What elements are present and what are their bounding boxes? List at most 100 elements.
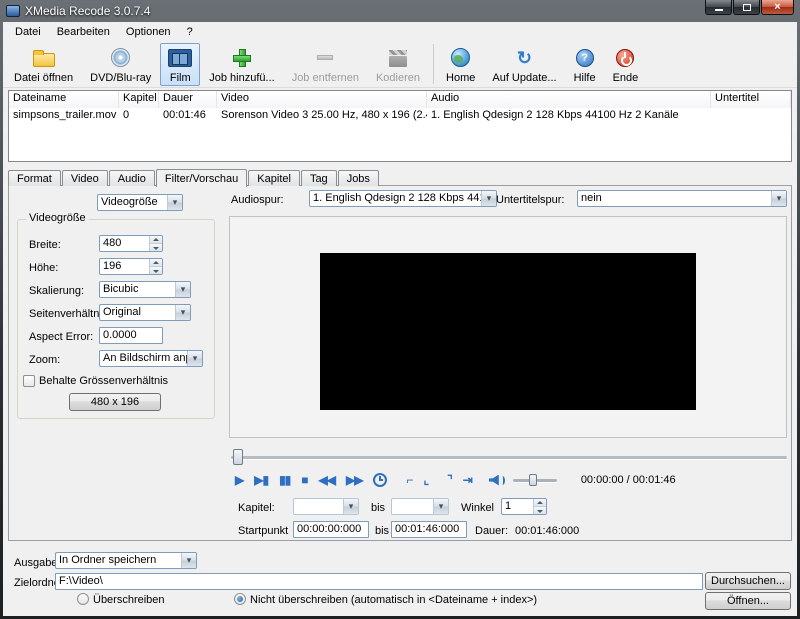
untertitelspur-select[interactable]: nein bbox=[577, 190, 787, 207]
tab-strip: Format Video Audio Filter/Vorschau Kapit… bbox=[8, 168, 380, 187]
close-icon: × bbox=[774, 0, 781, 13]
chevron-down-icon[interactable] bbox=[771, 191, 786, 206]
zoom-select[interactable]: An Bildschirm anpasse bbox=[99, 350, 203, 367]
audiospur-select[interactable]: 1. English Qdesign 2 128 Kbps 44100 bbox=[309, 190, 497, 207]
set-startpoint-button[interactable]: ⌞ bbox=[424, 473, 430, 487]
hoehe-input[interactable]: 196 bbox=[99, 258, 163, 275]
behalte-groessenverhaeltnis-checkbox[interactable] bbox=[23, 375, 35, 387]
skalierung-select[interactable]: Bicubic bbox=[99, 281, 191, 298]
tab-tag[interactable]: Tag bbox=[300, 170, 337, 186]
oeffnen-button[interactable]: Öffnen... bbox=[705, 592, 791, 610]
fast-forward-button[interactable]: ▶▶ bbox=[346, 473, 363, 487]
tab-video[interactable]: Video bbox=[61, 170, 108, 186]
chevron-down-icon[interactable] bbox=[187, 351, 202, 366]
volume-slider[interactable] bbox=[512, 472, 557, 488]
set-endpoint-button[interactable]: ⌝ bbox=[447, 473, 453, 487]
column-header-dauer[interactable]: Dauer bbox=[159, 91, 217, 108]
spinner-buttons bbox=[149, 259, 162, 274]
volume-icon[interactable] bbox=[488, 474, 505, 486]
tab-format[interactable]: Format bbox=[8, 170, 61, 186]
spin-down-icon[interactable] bbox=[534, 507, 546, 514]
tab-jobs[interactable]: Jobs bbox=[337, 170, 379, 186]
toolbar-button-ende[interactable]: Ende bbox=[605, 43, 647, 86]
toolbar-button-home[interactable]: Home bbox=[438, 43, 483, 86]
film-icon bbox=[168, 48, 193, 67]
spin-up-icon[interactable] bbox=[150, 259, 162, 267]
chevron-down-icon[interactable] bbox=[481, 191, 496, 206]
chevron-down-icon[interactable] bbox=[167, 195, 182, 210]
toolbar-label: Kodieren bbox=[375, 71, 421, 84]
kapitel-bis-select bbox=[391, 498, 449, 515]
spin-up-icon[interactable] bbox=[150, 236, 162, 244]
zoom-value: An Bildschirm anpasse bbox=[103, 352, 187, 364]
toolbar-button-job-entfernen: Job entfernen bbox=[284, 43, 367, 86]
pause-button[interactable]: ▮▮ bbox=[279, 473, 291, 487]
maximize-button[interactable] bbox=[733, 0, 760, 15]
durchsuchen-button[interactable]: Durchsuchen... bbox=[705, 572, 791, 590]
chevron-down-icon[interactable] bbox=[175, 305, 190, 320]
seek-slider[interactable] bbox=[231, 449, 787, 466]
step-forward-button[interactable]: ▶▮ bbox=[254, 473, 269, 487]
file-list[interactable]: Dateiname Kapitel Dauer Video Audio Unte… bbox=[8, 90, 792, 162]
column-header-kapitel[interactable]: Kapitel bbox=[119, 91, 159, 108]
toolbar-button-auf-update[interactable]: Auf Update... bbox=[484, 43, 564, 86]
menu-bearbeiten[interactable]: Bearbeiten bbox=[49, 24, 118, 40]
winkel-stepper[interactable]: 1 bbox=[501, 498, 547, 515]
spin-down-icon[interactable] bbox=[150, 244, 162, 251]
spin-down-icon[interactable] bbox=[150, 267, 162, 274]
filter-preset-select[interactable]: Videogröße bbox=[97, 194, 183, 211]
menu-optionen[interactable]: Optionen bbox=[118, 24, 179, 40]
menu-hilfe[interactable]: ? bbox=[179, 24, 201, 40]
endpunkt-input[interactable]: 00:01:46:000 bbox=[391, 521, 467, 538]
tab-kapitel[interactable]: Kapitel bbox=[248, 170, 300, 186]
stop-button[interactable]: ■ bbox=[301, 473, 308, 487]
seitenverhaeltnis-select[interactable]: Original bbox=[99, 304, 191, 321]
close-button[interactable]: × bbox=[761, 0, 794, 15]
timer-button[interactable] bbox=[373, 473, 388, 487]
toolbar-button-job-hinzufuegen[interactable]: Job hinzufü... bbox=[201, 43, 282, 86]
menu-datei[interactable]: Datei bbox=[7, 24, 49, 40]
size-button[interactable]: 480 x 196 bbox=[69, 393, 161, 411]
audiospur-label: Audiospur: bbox=[231, 194, 284, 206]
behalte-groessenverhaeltnis-label: Behalte Grössenverhältnis bbox=[39, 375, 169, 387]
volume-thumb[interactable] bbox=[528, 474, 537, 486]
minimize-button[interactable] bbox=[705, 0, 732, 15]
goto-end-button[interactable]: ⇥ bbox=[463, 473, 473, 487]
maximize-icon bbox=[742, 3, 751, 11]
rewind-button[interactable]: ◀◀ bbox=[319, 473, 336, 487]
titlebar[interactable]: XMedia Recode 3.0.7.4 × bbox=[0, 0, 800, 22]
toolbar-button-datei-oeffnen[interactable]: Datei öffnen bbox=[6, 43, 81, 86]
column-header-dateiname[interactable]: Dateiname bbox=[9, 91, 119, 108]
video-preview[interactable] bbox=[320, 253, 696, 410]
play-button[interactable]: ▶ bbox=[235, 473, 244, 487]
nicht-ueberschreiben-radio[interactable] bbox=[234, 593, 246, 605]
speaker-wave-icon bbox=[500, 475, 505, 485]
bis-label: bis bbox=[371, 502, 386, 514]
toolbar-label: Job entfernen bbox=[291, 71, 359, 84]
seek-thumb[interactable] bbox=[233, 449, 243, 465]
chevron-down-icon[interactable] bbox=[181, 553, 196, 568]
column-header-untertitel[interactable]: Untertitel bbox=[711, 91, 791, 108]
table-row[interactable]: simpsons_trailer.mov 0 00:01:46 Sorenson… bbox=[9, 108, 791, 124]
untertitelspur-value: nein bbox=[581, 192, 602, 204]
aspect-error-input[interactable]: 0.0000 bbox=[99, 327, 163, 344]
breite-input[interactable]: 480 bbox=[99, 235, 163, 252]
toolbar-button-hilfe[interactable]: Hilfe bbox=[566, 43, 604, 86]
column-header-audio[interactable]: Audio bbox=[427, 91, 711, 108]
ausgabe-value: In Ordner speichern bbox=[59, 554, 157, 566]
startpunkt-input[interactable]: 00:00:00:000 bbox=[293, 521, 369, 538]
tab-audio[interactable]: Audio bbox=[108, 170, 155, 186]
column-header-video[interactable]: Video bbox=[217, 91, 427, 108]
tab-filter-vorschau[interactable]: Filter/Vorschau bbox=[155, 169, 248, 187]
plus-iconbox bbox=[232, 46, 252, 70]
ueberschreiben-radio[interactable] bbox=[77, 593, 89, 605]
power-icon bbox=[616, 48, 635, 67]
goto-start-button[interactable]: ⌐ bbox=[406, 473, 413, 487]
chevron-down-icon[interactable] bbox=[175, 282, 190, 297]
spin-up-icon[interactable] bbox=[534, 499, 546, 507]
ausgabe-select[interactable]: In Ordner speichern bbox=[55, 552, 197, 569]
toolbar-button-film[interactable]: Film bbox=[160, 42, 201, 86]
toolbar-button-dvd-bluray[interactable]: DVD/Blu-ray bbox=[82, 43, 159, 86]
zielordner-input[interactable]: F:\Video\ bbox=[55, 573, 703, 590]
seitenverhaeltnis-value: Original bbox=[103, 306, 141, 318]
